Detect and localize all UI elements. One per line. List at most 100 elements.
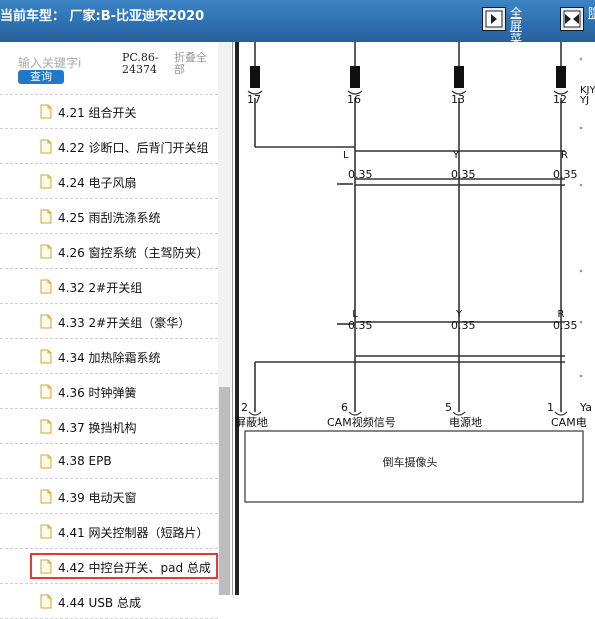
- tree-item-label: 4.38 EPB: [58, 454, 112, 468]
- pin-function-label: 屏蔽地: [235, 416, 268, 429]
- tree-item-label: 4.22 诊断口、后背门开关组: [58, 141, 209, 155]
- tree-item[interactable]: 4.24 电子风扇: [0, 164, 218, 199]
- bottom-pin-number: 1: [547, 401, 554, 414]
- wire-size-label: 0.35: [553, 319, 578, 332]
- tree-item-label: 4.44 USB 总成: [58, 596, 141, 610]
- fullscreen-label-1: 全屏: [510, 6, 523, 33]
- top-pin-number: 13: [451, 93, 465, 106]
- tree-item[interactable]: 4.41 网关控制器（短路片）: [0, 514, 218, 549]
- document-icon: [40, 104, 52, 119]
- wire-size-label: 0.35: [451, 168, 476, 181]
- bottom-pin-number: 2: [241, 401, 248, 414]
- tree-item[interactable]: 4.36 时钟弹簧: [0, 374, 218, 409]
- tree-item-label: 4.25 雨刮洗涤系统: [58, 211, 161, 225]
- tree-scrollbar-thumb[interactable]: [219, 387, 230, 595]
- connector-block: [350, 66, 360, 88]
- edge-dot: [579, 374, 583, 378]
- model-code: PC.86-24374: [122, 51, 159, 76]
- hide-label: 隐: [588, 6, 595, 20]
- bottom-connector-arc: [348, 411, 362, 416]
- top-pin-number: 12: [553, 93, 567, 106]
- wire-size-label: 0.35: [348, 168, 373, 181]
- wire-size-label: 0.35: [348, 319, 373, 332]
- edge-dot: [579, 126, 583, 130]
- tree-item[interactable]: 4.26 窗控系统（主驾防夹）: [0, 234, 218, 269]
- document-icon: [40, 279, 52, 294]
- document-icon: [40, 174, 52, 189]
- wiring-diagram: 17 16 13 12KJYYJ0.35 0.35 0.35L Y R0.35 0.35 0.35…: [235, 42, 595, 595]
- tree-item[interactable]: 4.21 组合开关: [0, 94, 218, 129]
- tree-scrollbar[interactable]: [218, 42, 231, 595]
- tree-item[interactable]: 4.34 加热除霜系统: [0, 339, 218, 374]
- bottom-pin-number: 5: [445, 401, 452, 414]
- tree-item-label: 4.33 2#开关组（豪华）: [58, 316, 191, 330]
- bottom-pin-number: 6: [341, 401, 348, 414]
- collapse-all-link[interactable]: 折叠全部: [174, 52, 214, 76]
- tree-item[interactable]: 4.25 雨刮洗涤系统: [0, 199, 218, 234]
- document-icon: [40, 349, 52, 364]
- tree-item-label: 4.36 时钟弹簧: [58, 386, 137, 400]
- tree-item[interactable]: 4.37 换挡机构: [0, 409, 218, 444]
- document-icon: [40, 594, 52, 609]
- left-navigation-panel: 查询 PC.86-24374 折叠全部 4.21 组合开关 4.22 诊断口、后背…: [0, 42, 233, 619]
- edge-dot: [579, 269, 583, 273]
- edge-dot: [579, 57, 583, 61]
- document-icon: [40, 139, 52, 154]
- component-name: 倒车摄像头: [383, 455, 438, 469]
- bottom-connector-arc: [452, 411, 466, 416]
- pin-function-label: 电源地: [449, 415, 482, 429]
- tree-item-label: 4.21 组合开关: [58, 106, 137, 120]
- diagram-labels: 17 16 13 12KJYYJ0.35 0.35 0.35L Y R0.35 0.35 0.35…: [235, 85, 595, 429]
- wire-lines: [254, 42, 565, 412]
- bottom-connector-arc: [248, 411, 262, 416]
- document-icon: [40, 384, 52, 399]
- fullscreen-icon: [482, 7, 506, 31]
- tree-item[interactable]: 4.39 电动天窗: [0, 479, 218, 514]
- connector-block: [556, 66, 566, 88]
- tree-item-label: 4.34 加热除霜系统: [58, 351, 161, 365]
- wire-color-label: L: [352, 309, 358, 320]
- tree-item-label: 4.37 换挡机构: [58, 421, 137, 435]
- tree-item[interactable]: 4.33 2#开关组（豪华）: [0, 304, 218, 339]
- top-pin-number: 17: [247, 93, 261, 106]
- tree-item[interactable]: 4.22 诊断口、后背门开关组: [0, 129, 218, 164]
- document-icon: [40, 419, 52, 434]
- document-icon: [40, 454, 52, 469]
- tree-item[interactable]: 4.42 中控台开关、pad 总成: [0, 549, 218, 584]
- tree-item[interactable]: 4.32 2#开关组: [0, 269, 218, 304]
- connector-block: [250, 66, 260, 88]
- tree-item[interactable]: 4.38 EPB: [0, 444, 218, 479]
- wire-color-label: Y: [452, 150, 460, 161]
- connector-block: [454, 66, 464, 88]
- wire-color-label: L: [343, 150, 349, 161]
- pin-function-label: CAM电: [551, 416, 587, 429]
- query-button[interactable]: 查询: [18, 70, 64, 84]
- tree-item-label: 4.32 2#开关组: [58, 281, 143, 295]
- wire-size-label: 0.35: [553, 168, 578, 181]
- tree-item-label: 4.41 网关控制器（短路片）: [58, 526, 209, 540]
- current-model-title: 当前车型： 厂家:B-比亚迪宋2020: [0, 9, 205, 24]
- tree-item[interactable]: 4.44 USB 总成: [0, 584, 218, 619]
- bottom-connector-arc: [554, 411, 568, 416]
- document-icon: [40, 489, 52, 504]
- wire-color-label: Y: [455, 309, 463, 320]
- edge-dot: [579, 320, 583, 324]
- document-icon: [40, 524, 52, 539]
- tree-item-label: 4.26 窗控系统（主驾防夹）: [58, 246, 209, 260]
- wire-color-label: R: [561, 150, 568, 161]
- collapse-panels-icon: [560, 7, 584, 31]
- tree-item-label: 4.39 电动天窗: [58, 491, 137, 505]
- edge-dot: [579, 183, 583, 187]
- top-bar: 当前车型： 厂家:B-比亚迪宋2020 全屏 菜单 隐: [0, 0, 595, 59]
- tree-item-label: 4.24 电子风扇: [58, 176, 137, 190]
- document-icon: [40, 559, 52, 574]
- tree-item-label: 4.42 中控台开关、pad 总成: [58, 561, 211, 575]
- bottom-pin-tail: Ya: [579, 401, 592, 414]
- document-icon: [40, 244, 52, 259]
- document-icon: [40, 314, 52, 329]
- top-pin-number: 16: [347, 93, 361, 106]
- search-row: 查询 PC.86-24374 折叠全部: [0, 42, 218, 95]
- document-tree: 4.21 组合开关 4.22 诊断口、后背门开关组 4.24 电子风扇 4.25 雨刮…: [0, 94, 218, 619]
- diagram-left-border: [235, 42, 239, 595]
- document-icon: [40, 209, 52, 224]
